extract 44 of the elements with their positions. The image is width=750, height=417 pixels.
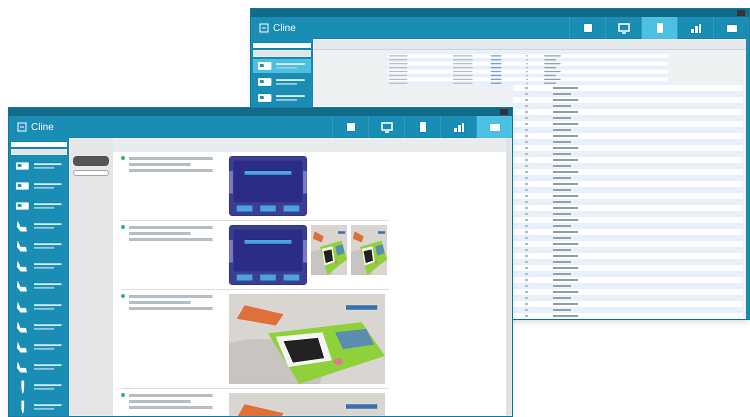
hand-icon	[15, 238, 30, 254]
illegible-text-drawing	[34, 222, 63, 230]
logo-icon	[259, 23, 269, 33]
tab-icon	[616, 21, 630, 35]
bullet-icon	[121, 156, 125, 160]
logo-icon	[17, 122, 27, 132]
illegible-text-drawing	[34, 342, 63, 351]
hand-icon	[15, 318, 30, 335]
hand-icon	[15, 218, 30, 234]
nav-tab[interactable]	[641, 17, 677, 39]
hand-icon	[15, 278, 30, 294]
search-field[interactable]	[253, 43, 311, 48]
tab-icon	[688, 21, 702, 35]
bullet-icon	[121, 225, 125, 229]
sidebar-item[interactable]	[253, 59, 311, 73]
step-button[interactable]	[73, 156, 109, 166]
bullet-icon	[121, 393, 125, 397]
filter-field[interactable]	[253, 50, 311, 57]
illegible-text-drawing	[34, 362, 63, 371]
illegible-text-drawing	[34, 322, 63, 331]
illegible-text-drawing	[34, 202, 63, 210]
illegible-text-drawing	[34, 382, 63, 391]
illegible-text-drawing	[34, 162, 63, 170]
illegible-text-drawing	[34, 282, 63, 290]
hand-icon	[15, 338, 30, 355]
tab-icon	[452, 120, 466, 134]
bullet-icon	[121, 294, 125, 298]
hand-icon	[15, 358, 30, 375]
hand-icon	[15, 258, 30, 274]
hand-icon	[15, 298, 30, 315]
illegible-text-drawing	[276, 78, 307, 86]
illegible-text-drawing	[276, 94, 307, 102]
app-title: Cline	[273, 22, 296, 36]
illegible-text-drawing	[34, 403, 63, 412]
search-field[interactable]	[11, 142, 67, 147]
tab-icon	[380, 120, 394, 134]
illegible-text-drawing	[34, 242, 63, 250]
filter-field[interactable]	[11, 148, 67, 155]
nav-tab[interactable]	[476, 116, 512, 138]
illegible-text-drawing	[34, 302, 63, 311]
illegible-text-drawing	[276, 62, 307, 70]
illegible-text-drawing	[34, 262, 63, 270]
app-title: Cline	[31, 120, 54, 134]
illegible-text-drawing	[34, 182, 63, 190]
